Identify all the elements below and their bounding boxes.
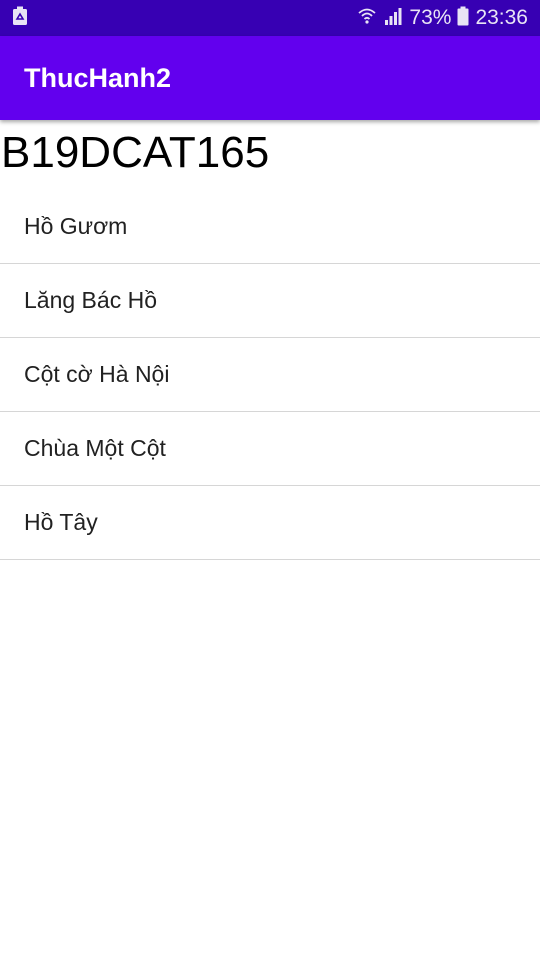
list-item-label: Chùa Một Cột bbox=[24, 435, 166, 461]
battery-percent: 73% bbox=[409, 6, 452, 29]
list-item[interactable]: Hồ Gươm bbox=[0, 190, 540, 264]
app-title: ThucHanh2 bbox=[24, 62, 172, 93]
list-item-label: Cột cờ Hà Nội bbox=[24, 361, 170, 387]
location-list[interactable]: Hồ Gươm Lăng Bác Hồ Cột cờ Hà Nội Chùa M… bbox=[0, 190, 540, 560]
list-item[interactable]: Cột cờ Hà Nội bbox=[0, 338, 540, 412]
status-bar: 73% 23:36 bbox=[0, 0, 540, 36]
list-item[interactable]: Lăng Bác Hồ bbox=[0, 264, 540, 338]
student-id-label: B19DCAT165 bbox=[1, 128, 270, 177]
list-item-label: Lăng Bác Hồ bbox=[24, 287, 157, 313]
status-left bbox=[12, 6, 357, 30]
list-item[interactable]: Chùa Một Cột bbox=[0, 412, 540, 486]
status-right: 73% 23:36 bbox=[357, 6, 528, 30]
app-bar: ThucHanh2 bbox=[0, 36, 540, 120]
list-item-label: Hồ Tây bbox=[24, 509, 98, 535]
status-time: 23:36 bbox=[475, 6, 528, 29]
wifi-icon bbox=[357, 6, 377, 30]
recycle-notification-icon bbox=[12, 6, 28, 30]
list-item[interactable]: Hồ Tây bbox=[0, 486, 540, 560]
battery-icon bbox=[457, 6, 469, 30]
signal-icon bbox=[383, 6, 403, 30]
list-item-label: Hồ Gươm bbox=[24, 213, 128, 239]
main-content: B19DCAT165 Hồ Gươm Lăng Bác Hồ Cột cờ Hà… bbox=[0, 120, 540, 560]
